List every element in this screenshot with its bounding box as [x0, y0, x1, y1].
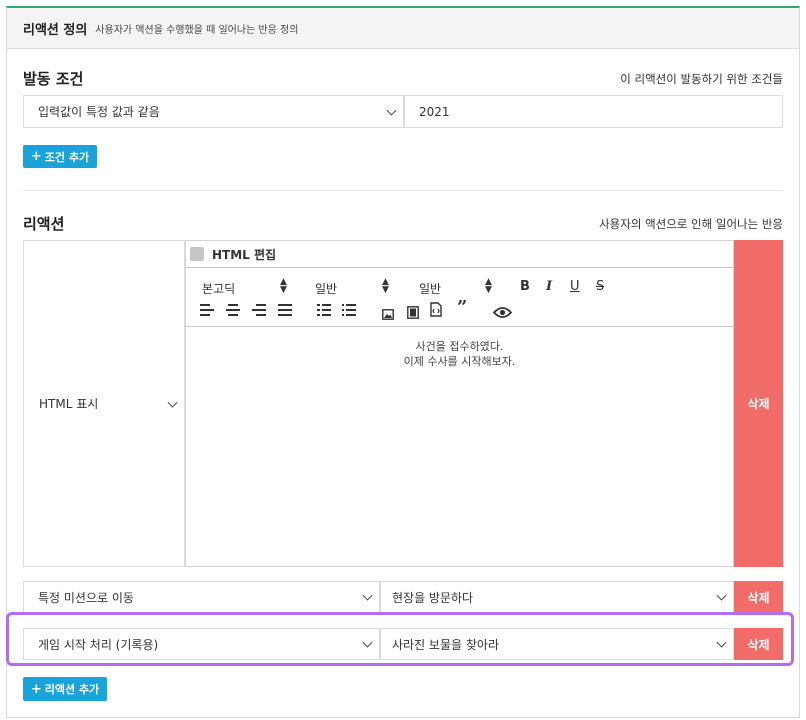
editor-line-1: 사건을 접수하였다. [415, 340, 504, 353]
condition-type-value: 입력값이 특정 값과 같음 [38, 105, 160, 119]
editor-line-2: 이제 수사를 시작해보자. [403, 355, 516, 368]
add-reaction-label: 리액션 추가 [44, 683, 100, 696]
card-title: 리액션 정의 [23, 22, 88, 38]
align-left-icon[interactable] [200, 304, 214, 316]
reaction-description: 사용자의 액션으로 인해 일어나는 반응 [599, 216, 783, 231]
condition-type-select[interactable]: 입력값이 특정 값과 같음 [23, 95, 404, 128]
plus-icon: + [30, 149, 42, 164]
html-edit-checkbox[interactable] [190, 247, 204, 261]
reaction-target-select-2[interactable]: 현장을 방문하다 [380, 581, 734, 613]
align-right-icon[interactable] [252, 304, 266, 316]
updown-arrow-icon: ▲ ▼ [382, 277, 389, 295]
image-icon[interactable] [382, 305, 394, 324]
bold-icon[interactable]: B [520, 280, 530, 294]
trigger-title: 발동 조건 [23, 70, 84, 88]
underline-icon[interactable]: U [570, 280, 580, 294]
italic-icon[interactable]: I [546, 280, 552, 294]
html-editor: HTML 편집 본고딕 ▲ ▼ 일반 ▲ ▼ 일반 ▲ ▼ B I U S ” … [185, 240, 734, 567]
align-justify-icon[interactable] [278, 304, 292, 316]
card-subtitle: 사용자가 액션을 수행했을 때 일어나는 반응 정의 [95, 24, 299, 36]
trigger-section-header: 발동 조건 이 리액션이 발동하기 위한 조건들 [23, 68, 783, 89]
condition-value-text: 2021 [419, 104, 450, 119]
font-size-select[interactable]: 일반 [315, 280, 337, 297]
strikethrough-icon[interactable]: S [596, 280, 604, 294]
reaction-type-select-1[interactable]: HTML 표시 [23, 240, 185, 567]
reaction-target-value-2: 현장을 방문하다 [392, 590, 474, 605]
delete-reaction-button-2[interactable]: 삭제 [734, 581, 783, 613]
add-condition-label: 조건 추가 [44, 150, 90, 164]
trigger-description: 이 리액션이 발동하기 위한 조건들 [620, 71, 783, 86]
updown-arrow-icon: ▲ ▼ [485, 277, 492, 295]
plus-icon: + [30, 681, 42, 697]
chevron-down-icon [386, 105, 397, 116]
add-reaction-button[interactable]: + 리액션 추가 [23, 677, 107, 701]
delete-reaction-button-1[interactable]: 삭제 [734, 240, 783, 567]
ordered-list-icon[interactable] [317, 304, 331, 316]
eye-icon[interactable] [492, 304, 513, 323]
selection-highlight [6, 612, 794, 666]
html-edit-label: HTML 편집 [212, 247, 277, 262]
editor-toolbar: 본고딕 ▲ ▼ 일반 ▲ ▼ 일반 ▲ ▼ B I U S ” [186, 267, 733, 327]
reaction-section-header: 리액션 사용자의 액션으로 인해 일어나는 반응 [23, 213, 783, 234]
updown-arrow-icon: ▲ ▼ [280, 277, 287, 295]
chevron-down-icon [716, 590, 727, 601]
chevron-down-icon [362, 590, 373, 601]
quote-icon[interactable]: ” [457, 299, 467, 317]
reaction-type-value-2: 특정 미션으로 이동 [38, 590, 134, 605]
unordered-list-icon[interactable] [342, 304, 356, 316]
chevron-down-icon [167, 397, 178, 408]
condition-value-input[interactable]: 2021 [404, 95, 783, 128]
align-center-icon[interactable] [226, 304, 240, 316]
editor-content[interactable]: 사건을 접수하였다. 이제 수사를 시작해보자. [186, 327, 733, 566]
section-divider [23, 190, 783, 191]
file-icon[interactable] [430, 302, 442, 321]
reaction-type-value-1: HTML 표시 [39, 397, 99, 411]
video-icon[interactable] [407, 304, 419, 323]
reaction-type-select-2[interactable]: 특정 미션으로 이동 [23, 581, 380, 613]
add-condition-button[interactable]: + 조건 추가 [23, 145, 97, 168]
reaction-title: 리액션 [23, 215, 65, 233]
html-edit-toggle[interactable]: HTML 편집 [186, 241, 276, 267]
card-header: 리액션 정의 사용자가 액션을 수행했을 때 일어나는 반응 정의 [7, 8, 799, 49]
font-family-select[interactable]: 본고딕 [202, 280, 235, 297]
format-select[interactable]: 일반 [419, 280, 441, 297]
